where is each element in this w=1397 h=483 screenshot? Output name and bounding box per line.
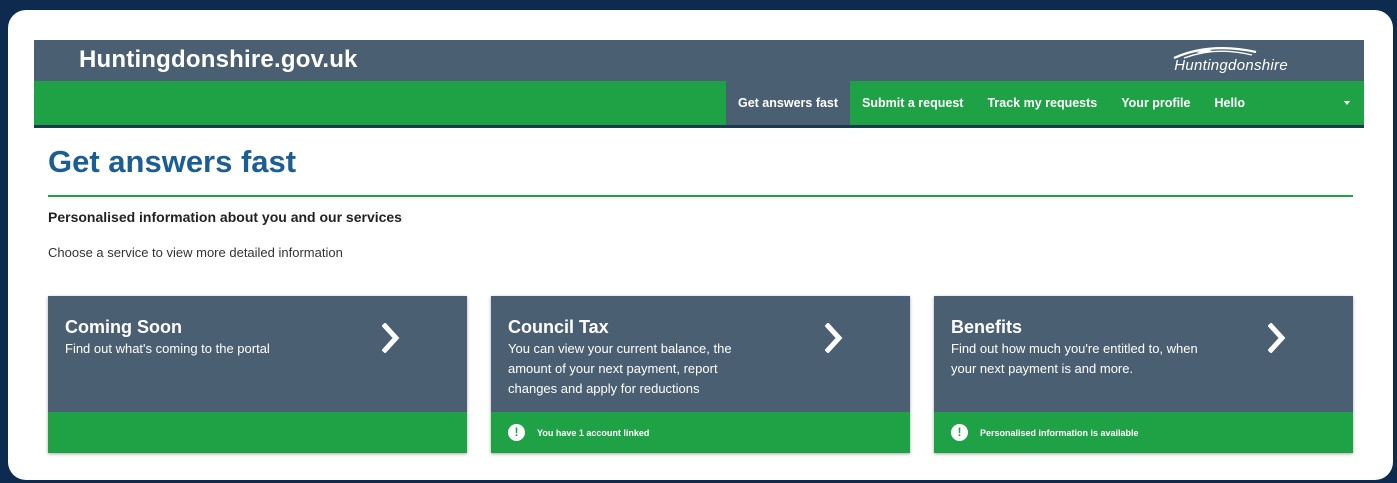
card-coming-soon[interactable]: Coming Soon Find out what's coming to th… [48,296,467,453]
card-body: Council Tax You can view your current ba… [491,296,910,412]
card-footer [48,412,467,453]
card-footer: ! You have 1 account linked [491,412,910,453]
council-logo[interactable]: Huntingdonshire [1148,43,1288,77]
page-title: Get answers fast [48,144,297,179]
card-footer-text: Personalised information is available [980,427,1139,438]
site-header: Huntingdonshire.gov.uk Huntingdonshire [34,40,1364,81]
card-body: Coming Soon Find out what's coming to th… [48,296,467,412]
card-council-tax[interactable]: Council Tax You can view your current ba… [491,296,910,453]
nav-your-profile[interactable]: Your profile [1109,81,1202,125]
title-divider [48,195,1353,197]
card-description: Find out how much you're entitled to, wh… [951,341,1198,376]
card-description: You can view your current balance, the a… [508,341,732,396]
chevron-right-icon[interactable] [382,323,400,353]
chevron-right-icon[interactable] [1268,323,1286,353]
nav-track-requests[interactable]: Track my requests [975,81,1109,125]
nav-submit-request[interactable]: Submit a request [850,81,975,125]
site-title[interactable]: Huntingdonshire.gov.uk [79,46,358,74]
card-footer-text: You have 1 account linked [537,427,650,438]
exclamation-circle-icon: ! [508,424,525,441]
exclamation-circle-icon: ! [951,424,968,441]
page-subheading: Personalised information about you and o… [48,209,402,225]
card-footer: ! Personalised information is available [934,412,1353,453]
main-nav: Get answers fast Submit a request Track … [34,81,1364,128]
browser-frame: Huntingdonshire.gov.uk Huntingdonshire G… [8,10,1393,480]
card-title: Council Tax [508,317,609,337]
card-title: Coming Soon [65,317,182,337]
card-body: Benefits Find out how much you're entitl… [934,296,1353,412]
logo-text: Huntingdonshire [1174,57,1288,74]
nav-get-answers-fast[interactable]: Get answers fast [726,81,851,125]
card-title: Benefits [951,317,1023,337]
chevron-right-icon[interactable] [825,323,843,353]
page-intro: Choose a service to view more detailed i… [48,245,343,260]
nav-hello[interactable]: Hello [1202,81,1257,125]
card-description: Find out what's coming to the portal [65,341,270,356]
caret-down-icon[interactable] [1344,101,1350,105]
card-benefits[interactable]: Benefits Find out how much you're entitl… [934,296,1353,453]
